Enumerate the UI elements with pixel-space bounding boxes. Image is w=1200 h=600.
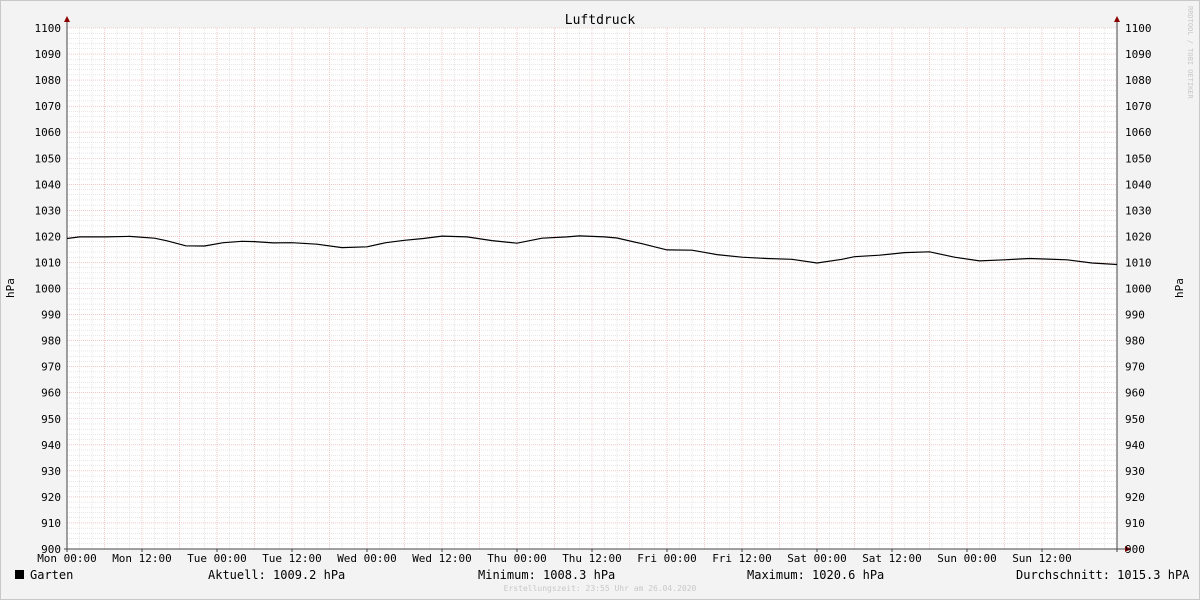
y-tick-label-left: 930 (41, 465, 61, 478)
y-axis-label-left: hPa (4, 278, 17, 298)
y-tick-label-right: 1000 (1125, 283, 1152, 296)
y-tick-label-left: 1040 (35, 178, 62, 191)
y-tick-label-right: 960 (1125, 387, 1145, 400)
x-tick-label: Fri 00:00 (637, 552, 697, 565)
y-tick-label-right: 900 (1125, 543, 1145, 556)
y-tick-label-right: 980 (1125, 335, 1145, 348)
y-tick-label-left: 1100 (35, 22, 62, 35)
x-tick-label: Sun 00:00 (937, 552, 997, 565)
creation-time-footer: Erstellungszeit: 23:55 Uhr am 26.04.2020 (503, 584, 697, 593)
y-tick-label-right: 930 (1125, 465, 1145, 478)
legend-minimum: Minimum: 1008.3 hPa (478, 568, 616, 582)
y-tick-label-right: 1090 (1125, 48, 1152, 61)
y-tick-label-left: 1060 (35, 126, 62, 139)
rrdtool-watermark: RRDTOOL / TOBI OETIKER (1186, 6, 1194, 100)
x-tick-label: Mon 00:00 (37, 552, 97, 565)
x-tick-label: Sat 00:00 (787, 552, 847, 565)
y-tick-label-right: 1040 (1125, 178, 1152, 191)
y-tick-label-left: 1030 (35, 204, 62, 217)
y-tick-label-left: 1070 (35, 100, 62, 113)
y-tick-label-right: 1020 (1125, 230, 1152, 243)
y-tick-label-right: 970 (1125, 361, 1145, 374)
y-tick-label-right: 990 (1125, 309, 1145, 322)
y-tick-label-left: 960 (41, 387, 61, 400)
y-axis-left-arrow (64, 16, 70, 22)
x-tick-label: Tue 12:00 (262, 552, 322, 565)
y-tick-label-left: 1000 (35, 283, 62, 296)
luftdruck-chart: 900 900910 910920 920930 930940 940950 950960 9… (4, 6, 1194, 565)
y-tick-label-left: 1050 (35, 152, 62, 165)
x-tick-label: Wed 00:00 (337, 552, 397, 565)
y-tick-label-left: 970 (41, 361, 61, 374)
grid (67, 27, 1117, 549)
y-tick-label-right: 1060 (1125, 126, 1152, 139)
x-tick-label: Wed 12:00 (412, 552, 472, 565)
chart-title: Luftdruck (565, 13, 636, 28)
y-tick-label-left: 980 (41, 335, 61, 348)
y-tick-label-right: 1050 (1125, 152, 1152, 165)
x-tick-label: Tue 00:00 (187, 552, 247, 565)
x-tick-label: Mon 12:00 (112, 552, 172, 565)
x-tick-label: Sun 12:00 (1012, 552, 1072, 565)
y-tick-label-right: 1010 (1125, 256, 1152, 269)
legend-average: Durchschnitt: 1015.3 hPA (1016, 568, 1190, 582)
y-tick-label-right: 1080 (1125, 74, 1152, 87)
legend-swatch-garten (15, 570, 24, 579)
y-tick-label-right: 1070 (1125, 100, 1152, 113)
x-tick-label: Fri 12:00 (712, 552, 772, 565)
legend-maximum: Maximum: 1020.6 hPa (747, 568, 885, 582)
y-tick-label-right: 1100 (1125, 22, 1152, 35)
y-tick-label-left: 940 (41, 439, 61, 452)
y-tick-label-right: 920 (1125, 491, 1145, 504)
y-axis-label-right: hPa (1173, 278, 1186, 298)
y-tick-label-left: 920 (41, 491, 61, 504)
x-tick-label: Thu 12:00 (562, 552, 622, 565)
y-tick-label-left: 1020 (35, 230, 62, 243)
y-axis-right-arrow (1114, 16, 1120, 22)
y-tick-label-right: 910 (1125, 517, 1145, 530)
y-tick-label-left: 1080 (35, 74, 62, 87)
legend-current: Aktuell: 1009.2 hPa (208, 568, 346, 582)
y-tick-label-right: 950 (1125, 413, 1145, 426)
legend-series-name: Garten (30, 568, 74, 582)
y-tick-label-right: 940 (1125, 439, 1145, 452)
x-tick-label: Sat 12:00 (862, 552, 922, 565)
y-tick-label-left: 1010 (35, 256, 62, 269)
y-tick-label-right: 1030 (1125, 204, 1152, 217)
y-tick-label-left: 1090 (35, 48, 62, 61)
x-tick-label: Thu 00:00 (487, 552, 547, 565)
y-tick-label-left: 950 (41, 413, 61, 426)
y-tick-label-left: 990 (41, 309, 61, 322)
y-tick-label-left: 910 (41, 517, 61, 530)
